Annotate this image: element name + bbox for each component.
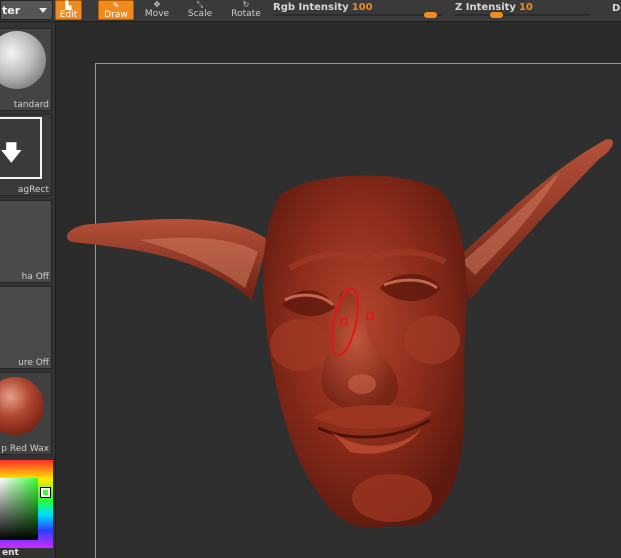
nose-tip-highlight	[348, 374, 376, 394]
right-ear-inner	[462, 172, 560, 275]
left-cheek	[270, 319, 330, 371]
chin	[352, 474, 432, 522]
right-cheek	[404, 316, 460, 364]
right-ear	[455, 139, 613, 300]
sculpted-head-model[interactable]	[0, 0, 621, 558]
